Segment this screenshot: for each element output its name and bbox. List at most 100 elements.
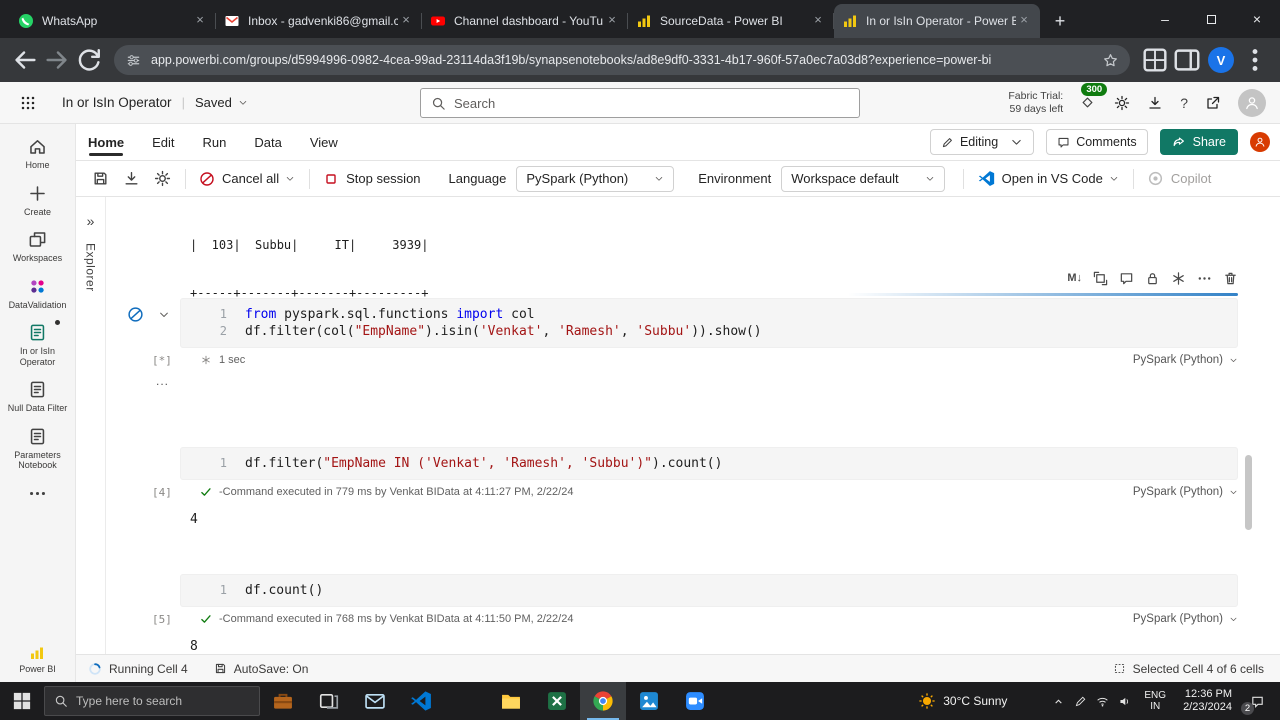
start-button[interactable] xyxy=(0,682,44,720)
taskbar-excel[interactable] xyxy=(534,682,580,720)
bookmark-star-icon[interactable] xyxy=(1103,53,1118,68)
stop-session-button[interactable] xyxy=(323,171,339,187)
network-icon[interactable] xyxy=(1091,682,1113,720)
sidebar-item-create[interactable]: Create xyxy=(2,184,74,218)
url-bar[interactable]: app.powerbi.com/groups/d5994996-0982-4ce… xyxy=(114,45,1130,75)
cancel-run-icon[interactable] xyxy=(127,306,144,323)
new-tab-button[interactable]: + xyxy=(1046,7,1074,35)
browser-tab[interactable]: Inbox - gadvenki86@gmail.c × xyxy=(216,4,422,38)
waffle-menu-icon[interactable] xyxy=(20,95,36,111)
comments-button[interactable]: Comments xyxy=(1046,129,1148,155)
tab-close-icon[interactable]: × xyxy=(192,13,208,29)
taskbar-vscode[interactable] xyxy=(398,682,444,720)
tray-expand-icon[interactable] xyxy=(1047,682,1069,720)
ribbon-tab-edit[interactable]: Edit xyxy=(152,124,174,161)
notebook-cell[interactable]: 1 df.filter("EmpName IN ('Venkat', 'Rames… xyxy=(106,447,1280,527)
environment-dropdown[interactable]: Workspace default xyxy=(781,165,945,192)
notebook-cell[interactable]: 1 from pyspark.sql.functions import col 2 d… xyxy=(106,298,1280,368)
cell-editor[interactable]: 1 from pyspark.sql.functions import col 2 d… xyxy=(180,298,1238,348)
side-panel-icon[interactable] xyxy=(1172,45,1202,75)
sidebar-item-in-or-isin-operator[interactable]: In or IsIn Operator xyxy=(2,320,74,367)
ribbon-tab-view[interactable]: View xyxy=(310,124,338,161)
export-button[interactable] xyxy=(123,170,140,187)
share-button[interactable]: Share xyxy=(1159,129,1238,155)
settings-gear-icon[interactable] xyxy=(1114,95,1130,111)
downloads-icon[interactable] xyxy=(1147,95,1163,111)
copilot-button[interactable]: Copilot xyxy=(1171,171,1211,186)
taskbar-search-input[interactable]: Type here to search xyxy=(44,686,260,716)
browser-tab[interactable]: Channel dashboard - YouTu × xyxy=(422,4,628,38)
feedback-share-icon[interactable] xyxy=(1205,95,1221,111)
cell-language-selector[interactable]: PySpark (Python) xyxy=(1133,354,1238,366)
tab-close-icon[interactable]: × xyxy=(398,13,414,29)
weather-widget[interactable]: 30°C Sunny xyxy=(918,692,1007,710)
ribbon-tab-run[interactable]: Run xyxy=(203,124,227,161)
taskbar-clock[interactable]: 12:36 PM 2/23/2024 xyxy=(1183,688,1232,714)
browser-tab[interactable]: SourceData - Power BI × xyxy=(628,4,834,38)
lock-icon[interactable] xyxy=(1145,271,1160,286)
chevron-down-icon[interactable] xyxy=(1109,174,1119,184)
notebook-settings-button[interactable] xyxy=(154,170,171,187)
trash-icon[interactable] xyxy=(1223,271,1238,286)
browser-menu-icon[interactable] xyxy=(1240,45,1270,75)
expand-explorer-button[interactable]: » xyxy=(76,213,105,229)
taskbar-zoom[interactable] xyxy=(672,682,718,720)
browser-profile-avatar[interactable]: V xyxy=(1208,47,1234,73)
window-close-button[interactable]: × xyxy=(1234,0,1280,38)
notebook-scrollbar-thumb[interactable] xyxy=(1245,455,1252,530)
stop-session-label[interactable]: Stop session xyxy=(346,171,420,186)
save-state-label[interactable]: Saved xyxy=(195,95,232,110)
taskbar-chrome[interactable] xyxy=(580,682,626,720)
taskbar-file-explorer[interactable] xyxy=(488,682,534,720)
action-center-button[interactable]: 2 xyxy=(1240,682,1274,720)
taskbar-task-view[interactable] xyxy=(306,682,352,720)
sidebar-item-datavalidation[interactable]: DataValidation xyxy=(2,277,74,311)
taskbar-mail[interactable] xyxy=(352,682,398,720)
resize-icon[interactable] xyxy=(1093,271,1108,286)
pen-tray-icon[interactable] xyxy=(1069,682,1091,720)
extensions-icon[interactable] xyxy=(1140,45,1170,75)
comment-icon[interactable] xyxy=(1119,271,1134,286)
save-button[interactable] xyxy=(92,170,109,187)
sidebar-item-more[interactable] xyxy=(2,484,74,503)
collapsed-output-ellipsis[interactable]: ... xyxy=(156,374,169,388)
freeze-icon[interactable] xyxy=(1171,271,1186,286)
ribbon-tab-home[interactable]: Home xyxy=(88,124,124,161)
cancel-all-label[interactable]: Cancel all xyxy=(222,171,279,186)
tab-close-icon[interactable]: × xyxy=(1016,13,1032,29)
presence-avatar[interactable] xyxy=(1250,132,1270,152)
sidebar-item-home[interactable]: Home xyxy=(2,137,74,171)
cell-language-selector[interactable]: PySpark (Python) xyxy=(1133,486,1238,498)
collapse-cell-icon[interactable] xyxy=(158,309,170,321)
language-dropdown[interactable]: PySpark (Python) xyxy=(516,165,675,192)
autosave-status[interactable]: AutoSave: On xyxy=(214,662,308,676)
sidebar-item-powerbi[interactable]: Power BI xyxy=(19,645,56,675)
sidebar-item-parameters-notebook[interactable]: Parameters Notebook xyxy=(2,427,74,471)
taskbar-briefcase[interactable] xyxy=(260,682,306,720)
back-button[interactable] xyxy=(10,45,40,75)
account-avatar[interactable] xyxy=(1238,88,1266,117)
sidebar-item-workspaces[interactable]: Workspaces xyxy=(2,230,74,264)
forward-button[interactable] xyxy=(42,45,72,75)
site-settings-icon[interactable] xyxy=(126,53,141,68)
notebook-canvas[interactable]: | 103| Subbu| IT| 3939| +-----+-------+-… xyxy=(106,197,1280,654)
cell-editor[interactable]: 1 df.count() xyxy=(180,574,1238,607)
cell-editor[interactable]: 1 df.filter("EmpName IN ('Venkat', 'Rames… xyxy=(180,447,1238,480)
tab-close-icon[interactable]: × xyxy=(604,13,620,29)
notebook-cell[interactable]: 1 df.count() [5] -Command executed in 768 m… xyxy=(106,574,1280,654)
global-search-input[interactable]: Search xyxy=(420,88,860,118)
window-minimize-button[interactable]: – xyxy=(1142,0,1188,38)
help-icon[interactable]: ? xyxy=(1180,95,1188,111)
trial-capacity[interactable]: 300 xyxy=(1080,83,1108,110)
ribbon-tab-data[interactable]: Data xyxy=(254,124,281,161)
taskbar-photos[interactable] xyxy=(626,682,672,720)
cancel-all-button[interactable] xyxy=(199,171,215,187)
open-in-vscode-button[interactable]: Open in VS Code xyxy=(1002,171,1103,186)
browser-tab[interactable]: WhatsApp × xyxy=(10,4,216,38)
browser-tab[interactable]: In or IsIn Operator - Power B × xyxy=(834,4,1040,38)
more-h-icon[interactable] xyxy=(1197,271,1212,286)
volume-icon[interactable] xyxy=(1113,682,1135,720)
tab-close-icon[interactable]: × xyxy=(810,13,826,29)
editing-mode-button[interactable]: Editing xyxy=(929,129,1035,155)
chevron-down-icon[interactable] xyxy=(285,174,295,184)
